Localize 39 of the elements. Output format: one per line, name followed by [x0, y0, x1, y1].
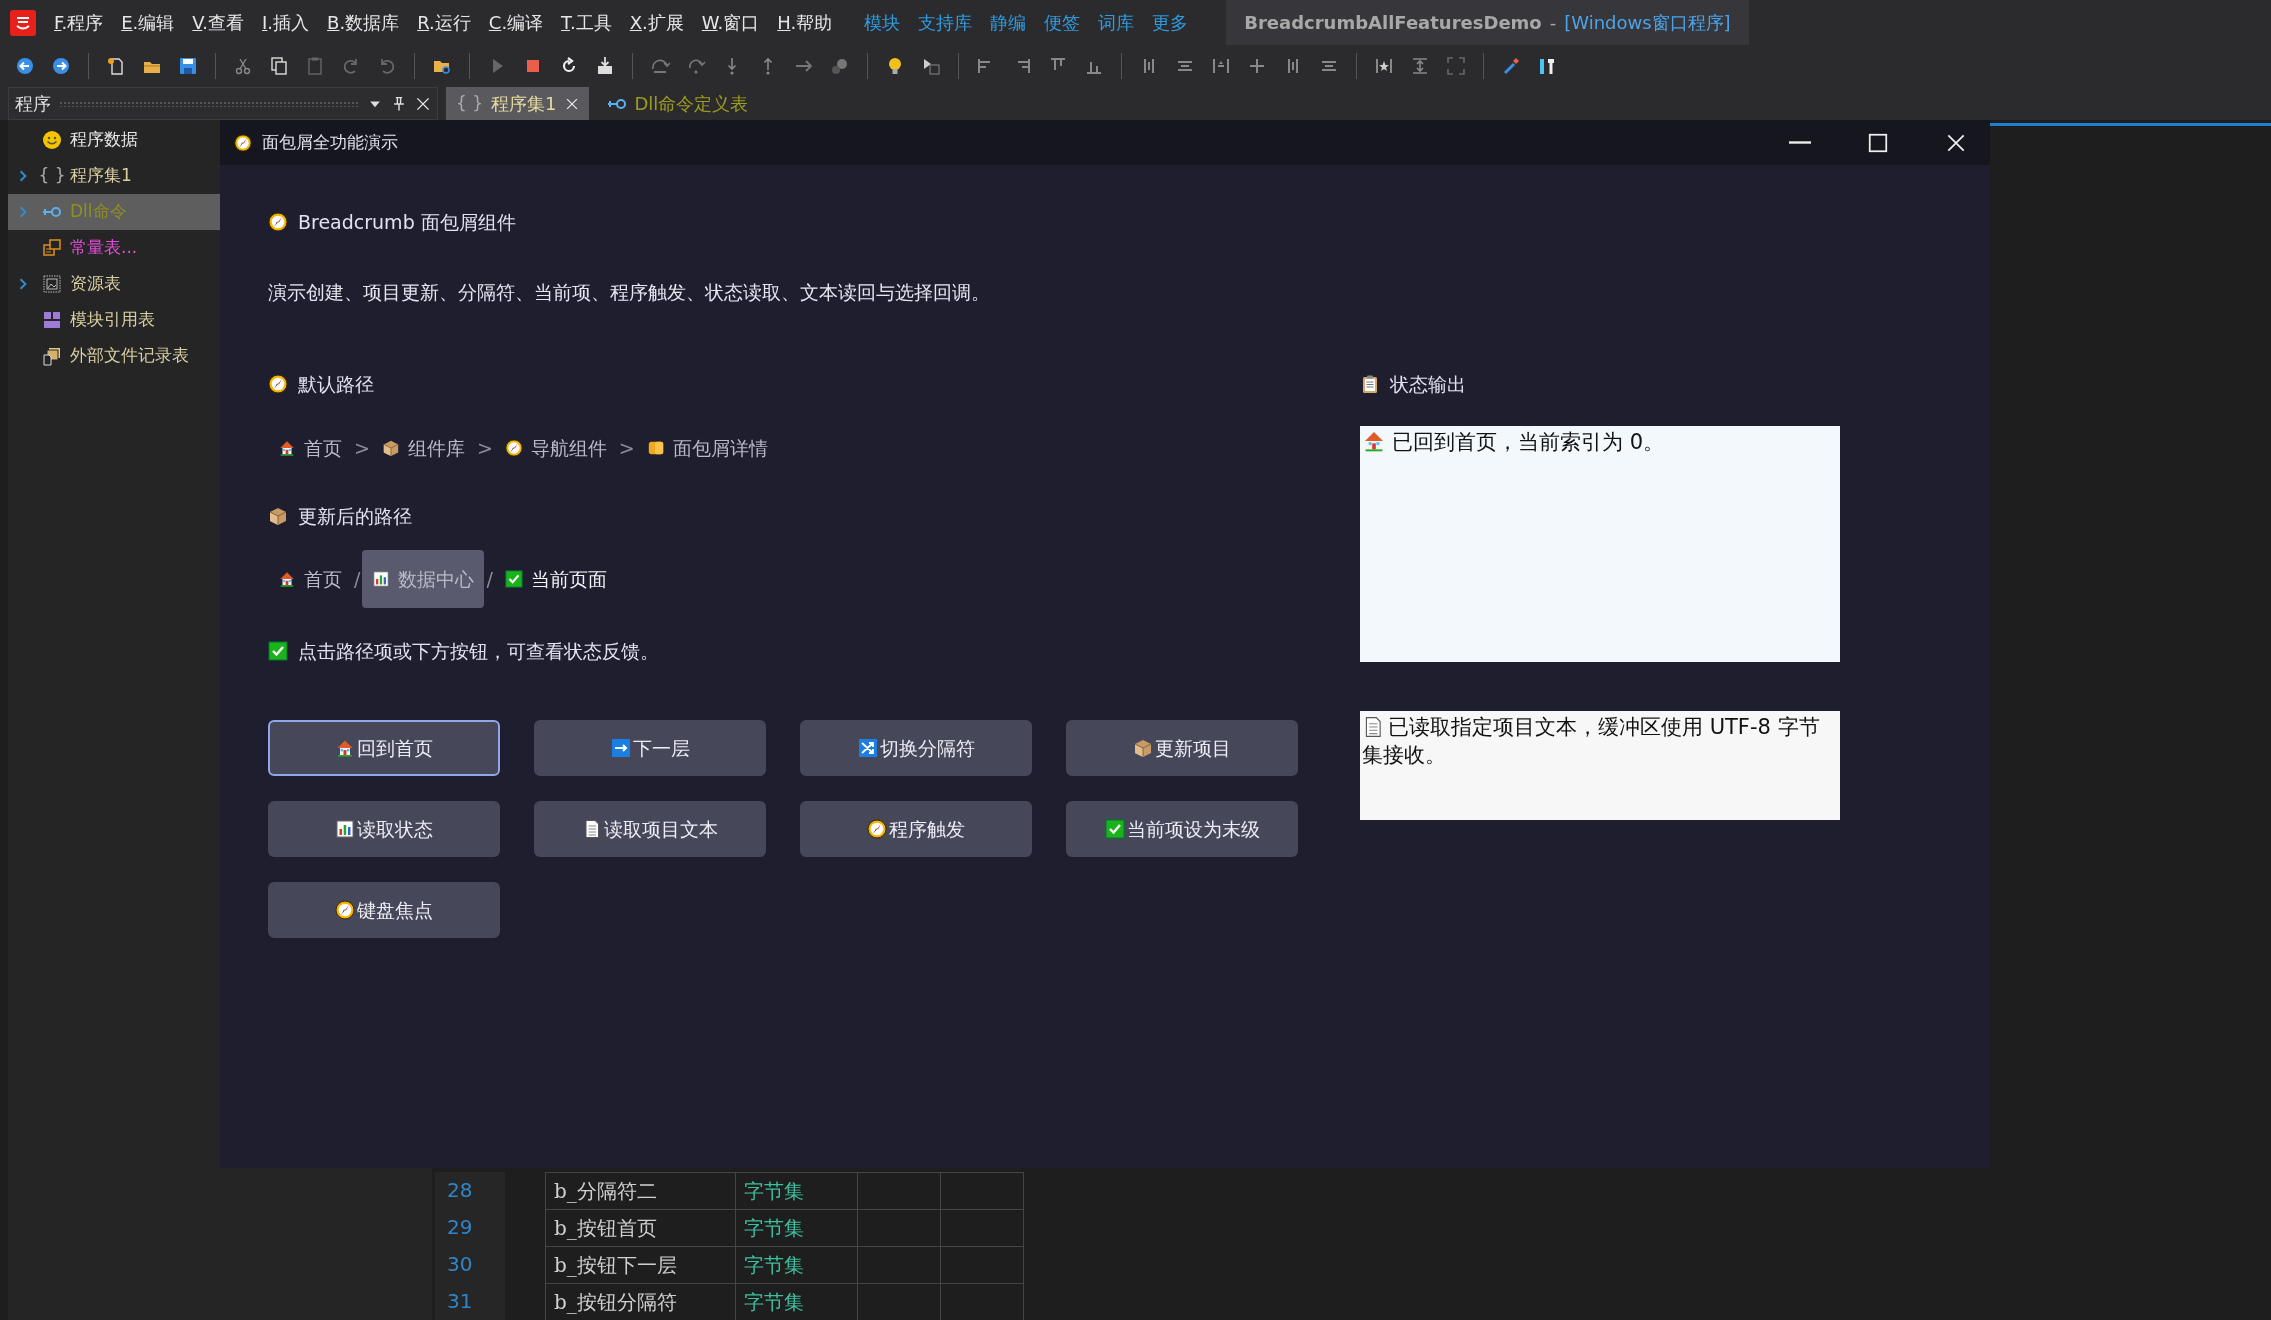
tree-label: 程序数据	[70, 128, 138, 152]
tree-label: 资源表	[70, 272, 121, 296]
breadcrumb-separator: >	[353, 435, 371, 461]
line-number: 29	[446, 1214, 474, 1241]
window-title: 面包屑全功能演示	[262, 130, 399, 154]
table-cell: 字节集	[736, 1247, 858, 1283]
table-cell: b_按钮首页	[546, 1210, 736, 1246]
tab-label: 程序集1	[491, 92, 557, 117]
line-number: 28	[446, 1177, 474, 1204]
table-cell: 字节集	[736, 1284, 858, 1320]
table-cell: b_分隔符二	[546, 1173, 736, 1209]
app-type-label: [Windows窗口程序]	[1564, 11, 1731, 35]
braces-glyph: { }	[38, 164, 66, 188]
table-cell: 字节集	[736, 1173, 858, 1209]
table-cell: b_按钮下一层	[546, 1247, 736, 1283]
tree-label: 模块引用表	[70, 308, 155, 332]
section-heading: 默认路径	[298, 371, 374, 397]
app-title: BreadcrumbAllFeaturesDemo	[1244, 11, 1542, 35]
section-heading: 点击路径项或下方按钮，可查看状态反馈。	[298, 638, 659, 664]
braces-glyph: { }	[456, 91, 484, 115]
breadcrumb-separator: /	[353, 566, 362, 592]
line-number: 31	[446, 1288, 474, 1315]
table-cell: 字节集	[736, 1210, 858, 1246]
title-separator: -	[1549, 11, 1557, 35]
breadcrumb-separator: /	[485, 566, 494, 592]
table-cell: b_按钮分隔符	[546, 1284, 736, 1320]
section-heading: 状态输出	[1390, 371, 1466, 397]
tree-label: Dll命令	[70, 200, 127, 224]
tree-label: 外部文件记录表	[70, 344, 189, 368]
section-heading: 更新后的路径	[298, 503, 412, 529]
tree-label: 常量表...	[70, 236, 138, 260]
description: 演示创建、项目更新、分隔符、当前项、程序触发、状态读取、文本读回与选择回调。	[268, 280, 991, 305]
section-heading: Breadcrumb 面包屑组件	[298, 209, 516, 235]
panel-title: 程序	[15, 92, 51, 117]
tab-label: Dll命令定义表	[634, 92, 749, 117]
line-number: 30	[446, 1251, 474, 1278]
breadcrumb-separator: >	[617, 435, 636, 461]
breadcrumb-separator: >	[475, 435, 494, 461]
tree-label: 程序集1	[70, 164, 132, 188]
